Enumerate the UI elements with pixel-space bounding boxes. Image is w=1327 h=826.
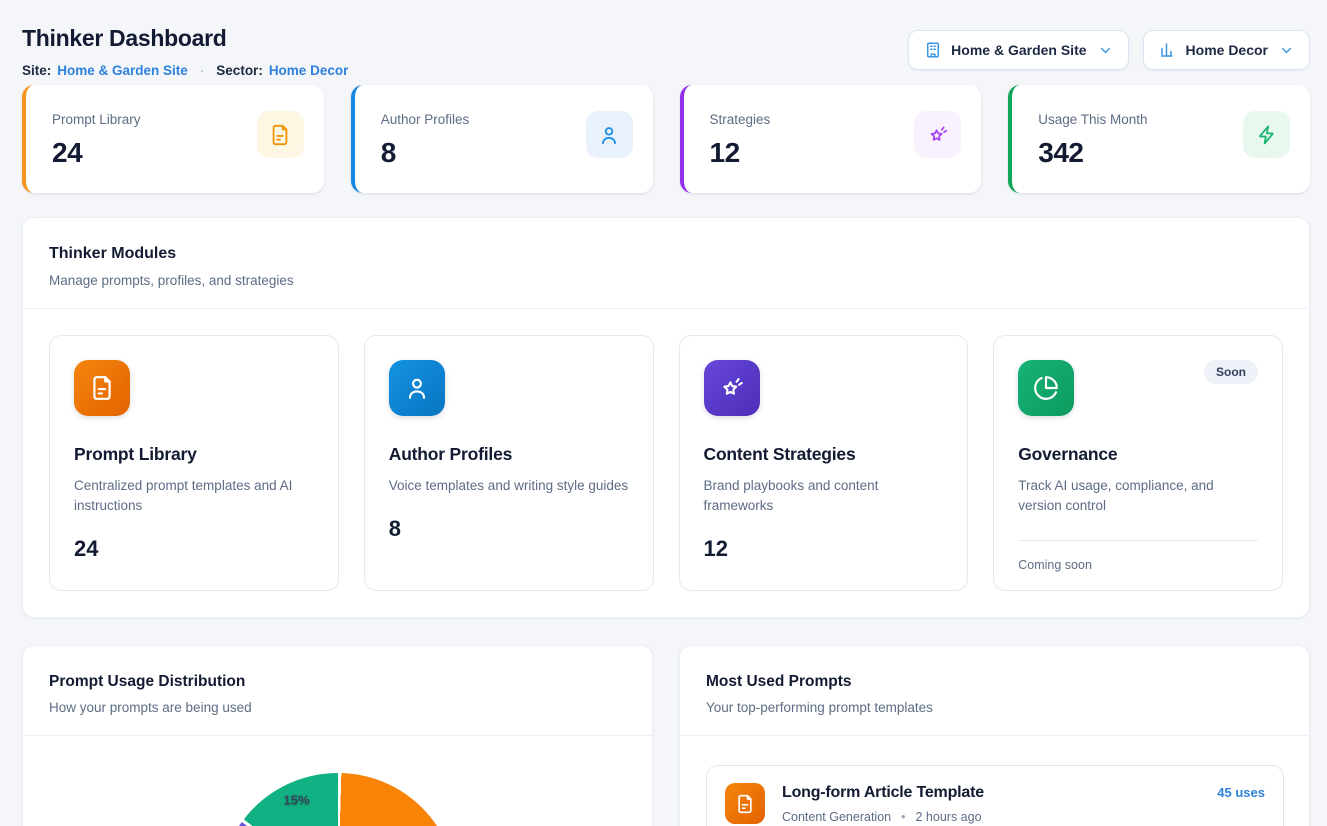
module-card[interactable]: Content Strategies Brand playbooks and c… — [679, 335, 969, 591]
chart-area: 15% — [23, 773, 652, 826]
star-sparkle-icon — [914, 111, 961, 158]
star-sparkle-icon — [704, 360, 760, 416]
breadcrumb: Site: Home & Garden Site · Sector: Home … — [22, 61, 348, 80]
module-count: 24 — [74, 536, 314, 562]
page-header: Thinker Dashboard Site: Home & Garden Si… — [22, 0, 1310, 80]
prompt-timestamp: 2 hours ago — [916, 810, 982, 824]
sector-selector-dropdown[interactable]: Home Decor — [1143, 30, 1310, 70]
prompt-list: Long-form Article Template Content Gener… — [680, 736, 1309, 826]
sector-label: Sector: — [216, 61, 263, 80]
site-label: Site: — [22, 61, 51, 80]
site-link[interactable]: Home & Garden Site — [57, 61, 188, 80]
module-title: Prompt Library — [74, 444, 314, 465]
card-header: Prompt Usage Distribution How your promp… — [23, 646, 652, 736]
stat-card: Prompt Library 24 — [22, 85, 324, 193]
module-description: Voice templates and writing style guides — [389, 476, 629, 496]
panel-subtitle: Manage prompts, profiles, and strategies — [49, 272, 1283, 290]
card-title: Most Used Prompts — [706, 672, 1283, 691]
prompt-usage-card: Prompt Usage Distribution How your promp… — [22, 645, 653, 826]
module-title: Governance — [1018, 444, 1258, 465]
bottom-row: Prompt Usage Distribution How your promp… — [22, 645, 1310, 826]
module-card[interactable]: Prompt Library Centralized prompt templa… — [49, 335, 339, 591]
page-title: Thinker Dashboard — [22, 24, 348, 52]
divider — [1018, 540, 1258, 541]
donut-chart[interactable]: 15% — [219, 773, 457, 826]
bar-chart-icon — [1159, 41, 1177, 59]
site-selector-label: Home & Garden Site — [951, 42, 1086, 58]
modules-grid: Prompt Library Centralized prompt templa… — [23, 309, 1309, 617]
card-title: Prompt Usage Distribution — [49, 672, 626, 691]
stat-card: Strategies 12 — [680, 85, 982, 193]
thinker-modules-panel: Thinker Modules Manage prompts, profiles… — [22, 217, 1310, 618]
panel-header: Thinker Modules Manage prompts, profiles… — [23, 218, 1309, 309]
card-subtitle: Your top-performing prompt templates — [706, 699, 1283, 716]
module-description: Track AI usage, compliance, and version … — [1018, 476, 1258, 516]
prompt-title: Long-form Article Template — [782, 783, 1200, 803]
panel-title: Thinker Modules — [49, 244, 1283, 264]
dashboard-page: Thinker Dashboard Site: Home & Garden Si… — [0, 0, 1327, 826]
lightning-bolt-icon — [1243, 111, 1290, 158]
header-actions: Home & Garden Site Home Decor — [908, 30, 1310, 70]
sector-selector-label: Home Decor — [1186, 42, 1268, 58]
prompt-list-item[interactable]: Long-form Article Template Content Gener… — [706, 765, 1284, 826]
user-icon — [586, 111, 633, 158]
site-selector-dropdown[interactable]: Home & Garden Site — [908, 30, 1128, 70]
prompt-uses-badge: 45 uses — [1217, 785, 1265, 800]
module-card-governance: Soon Governance Track AI usage, complian… — [993, 335, 1283, 591]
sector-link[interactable]: Home Decor — [269, 61, 349, 80]
stats-row: Prompt Library 24 Author Profiles 8 Stra… — [22, 85, 1310, 193]
prompt-category: Content Generation — [782, 810, 891, 824]
file-text-icon — [257, 111, 304, 158]
separator-dot: · — [200, 61, 205, 80]
card-header: Most Used Prompts Your top-performing pr… — [680, 646, 1309, 736]
most-used-prompts-card: Most Used Prompts Your top-performing pr… — [679, 645, 1310, 826]
soon-badge: Soon — [1204, 360, 1258, 384]
module-title: Author Profiles — [389, 444, 629, 465]
file-text-icon — [725, 783, 765, 824]
user-icon — [389, 360, 445, 416]
stat-card: Usage This Month 342 — [1008, 85, 1310, 193]
file-text-icon — [74, 360, 130, 416]
chevron-down-icon — [1279, 43, 1294, 58]
module-count: 12 — [704, 536, 944, 562]
card-subtitle: How your prompts are being used — [49, 699, 626, 716]
prompt-meta: Content Generation • 2 hours ago — [782, 810, 1200, 824]
chevron-down-icon — [1098, 43, 1113, 58]
module-description: Centralized prompt templates and AI inst… — [74, 476, 314, 516]
module-title: Content Strategies — [704, 444, 944, 465]
coming-soon-text: Coming soon — [1018, 558, 1258, 572]
separator-dot: • — [901, 810, 905, 824]
module-description: Brand playbooks and content frameworks — [704, 476, 944, 516]
module-card[interactable]: Author Profiles Voice templates and writ… — [364, 335, 654, 591]
pie-chart-icon — [1018, 360, 1074, 416]
building-icon — [924, 41, 942, 59]
stat-card: Author Profiles 8 — [351, 85, 653, 193]
module-count: 8 — [389, 516, 629, 542]
donut-slice-label: 15% — [283, 793, 309, 808]
